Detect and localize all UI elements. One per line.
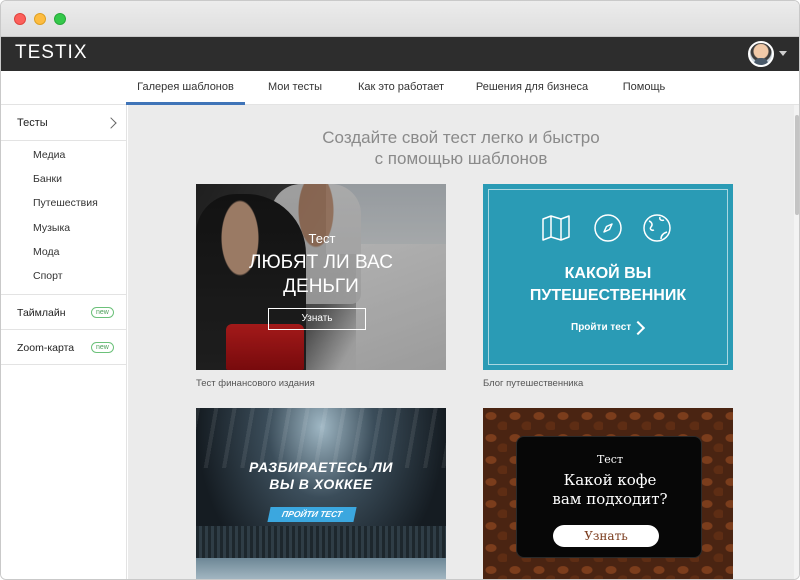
compass-icon <box>594 214 622 242</box>
card-title: ЛЮБЯТ ЛИ ВАС ДЕНЬГИ <box>196 251 446 299</box>
template-card-coffee[interactable]: Тест Какой кофе вам подходит? Узнать <box>483 408 733 579</box>
avatar[interactable] <box>748 41 774 67</box>
tab-how-it-works[interactable]: Как это работает <box>351 71 451 105</box>
tab-my-tests[interactable]: Мои тесты <box>259 71 331 105</box>
sidebar-subitem-media[interactable]: Медиа <box>33 149 65 161</box>
sidebar-item-label: Тесты <box>17 117 48 129</box>
logo[interactable]: TESTIX <box>15 42 88 64</box>
close-window-button[interactable] <box>14 13 26 25</box>
card-button[interactable]: ПРОЙТИ ТЕСТ <box>267 507 357 522</box>
sidebar-item-timeline[interactable]: Таймлайн new <box>1 294 127 330</box>
main-tabs: Галерея шаблонов Мои тесты Как это работ… <box>1 71 799 105</box>
card-title-line1: КАКОЙ ВЫ <box>564 265 652 282</box>
chevron-right-icon <box>105 117 117 129</box>
zoom-window-button[interactable] <box>54 13 66 25</box>
card-kicker: Тест <box>596 453 624 466</box>
card-caption: Тест финансового издания <box>196 378 315 389</box>
stadium-crowd <box>196 526 446 560</box>
card-title-line2: ДЕНЬГИ <box>283 276 359 297</box>
template-gallery: Создайте свой тест легко и быстро с помо… <box>128 105 794 579</box>
card-title: РАЗБИРАЕТЕСЬ ЛИ ВЫ В ХОККЕЕ <box>196 459 446 493</box>
sidebar-item-tests[interactable]: Тесты <box>1 105 127 141</box>
new-badge: new <box>91 307 114 318</box>
card-title-line2: ВЫ В ХОККЕЕ <box>269 476 373 492</box>
card-button[interactable]: Узнать <box>268 308 366 330</box>
sidebar-subitem-fashion[interactable]: Мода <box>33 246 59 258</box>
app-header: TESTIX <box>1 37 799 71</box>
sidebar: Тесты Медиа Банки Путешествия Музыка Мод… <box>1 105 127 579</box>
scrollbar[interactable] <box>794 105 799 579</box>
sidebar-subitem-travel[interactable]: Путешествия <box>33 197 98 209</box>
tab-gallery[interactable]: Галерея шаблонов <box>126 71 245 105</box>
new-badge: new <box>91 342 114 353</box>
page-title: Создайте свой тест легко и быстро с помо… <box>128 127 794 169</box>
minimize-window-button[interactable] <box>34 13 46 25</box>
sidebar-item-label: Zoom-карта <box>17 342 75 354</box>
card-title-line2: ПУТЕШЕСТВЕННИК <box>529 287 687 304</box>
avatar-body <box>754 58 768 65</box>
card-title-line1: РАЗБИРАЕТЕСЬ ЛИ <box>249 459 393 475</box>
template-card-traveler[interactable]: КАКОЙ ВЫ ПУТЕШЕСТВЕННИК Пройти тест <box>483 184 733 370</box>
globe-icon <box>643 214 671 242</box>
template-card-money[interactable]: Тест ЛЮБЯТ ЛИ ВАС ДЕНЬГИ Узнать <box>196 184 446 370</box>
card-button[interactable]: Узнать <box>553 525 659 547</box>
sidebar-item-label: Таймлайн <box>17 307 66 319</box>
card-title: Какой кофе вам подходит? <box>517 471 703 509</box>
card-title-line1: Какой кофе <box>563 471 657 489</box>
card-caption: Блог путешественника <box>483 378 584 389</box>
page-title-line1: Создайте свой тест легко и быстро <box>322 128 600 147</box>
app-window: TESTIX Галерея шаблонов Мои тесты Как эт… <box>0 0 800 580</box>
card-title: КАКОЙ ВЫ ПУТЕШЕСТВЕННИК <box>483 263 733 307</box>
sidebar-subitem-sport[interactable]: Спорт <box>33 270 63 282</box>
card-title-line2: вам подходит? <box>552 490 668 508</box>
sidebar-subitem-music[interactable]: Музыка <box>33 222 70 234</box>
chevron-down-icon[interactable] <box>779 51 787 56</box>
card-kicker: Тест <box>308 231 336 246</box>
sidebar-item-zoom-map[interactable]: Zoom-карта new <box>1 329 127 365</box>
template-card-hockey[interactable]: РАЗБИРАЕТЕСЬ ЛИ ВЫ В ХОККЕЕ ПРОЙТИ ТЕСТ <box>196 408 446 579</box>
tab-help[interactable]: Помощь <box>613 71 675 105</box>
ice-rink <box>196 558 446 579</box>
page-title-line2: с помощью шаблонов <box>374 149 548 168</box>
window-titlebar <box>1 1 799 37</box>
sidebar-subitem-banks[interactable]: Банки <box>33 173 62 185</box>
scrollbar-thumb[interactable] <box>795 115 799 215</box>
card-panel: Тест Какой кофе вам подходит? Узнать <box>516 436 702 558</box>
map-icon <box>542 215 570 241</box>
tab-business[interactable]: Решения для бизнеса <box>469 71 595 105</box>
card-button[interactable]: Пройти тест <box>571 322 631 333</box>
card-title-line1: ЛЮБЯТ ЛИ ВАС <box>249 252 393 273</box>
